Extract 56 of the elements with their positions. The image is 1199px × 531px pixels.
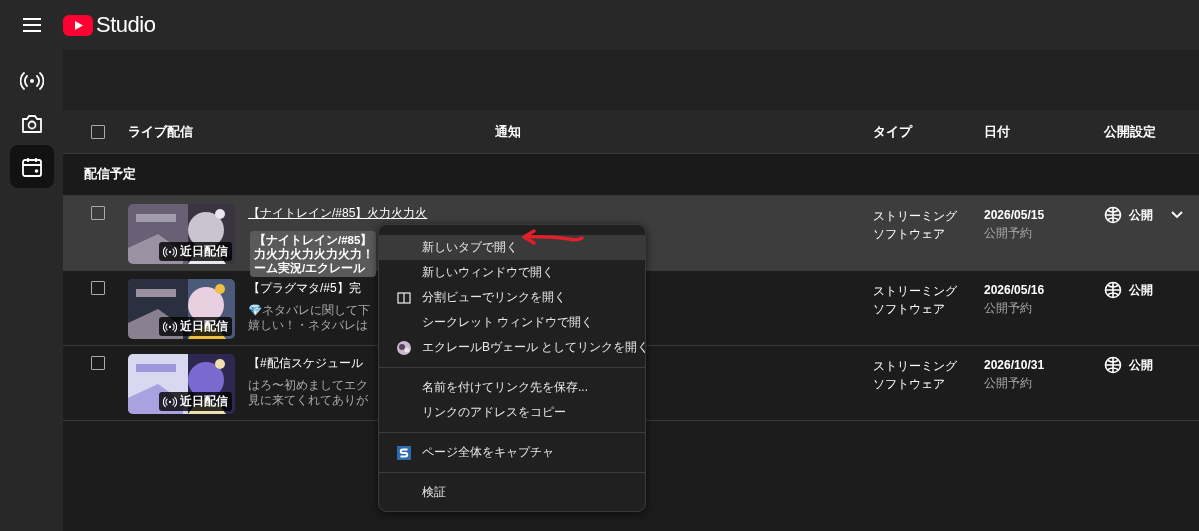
- select-all-checkbox[interactable]: [91, 124, 105, 139]
- menu-item[interactable]: 分割ビューでリンクを開く: [379, 285, 645, 310]
- video-description: はろ〜初めましてエク: [248, 378, 368, 393]
- app-title: Studio: [96, 12, 156, 38]
- broadcast-icon: [163, 394, 177, 409]
- section-heading: 配信予定: [84, 166, 136, 183]
- scheduled-date: 2026/05/15: [984, 207, 1046, 222]
- column-header: 日付: [984, 123, 1010, 139]
- visibility-label: 公開: [1129, 356, 1153, 374]
- menu-item[interactable]: 名前を付けてリンク先を保存...: [379, 375, 645, 400]
- row-checkbox[interactable]: [91, 356, 105, 370]
- split-view-icon: [397, 290, 411, 305]
- menu-item[interactable]: エクレールBヴェール としてリンクを開く: [379, 335, 645, 360]
- visibility-label: 公開: [1129, 281, 1153, 299]
- column-header: 公開設定: [1104, 123, 1156, 139]
- upcoming-badge: 近日配信: [159, 242, 232, 261]
- menu-item[interactable]: 新しいウィンドウで開く: [379, 260, 645, 285]
- stream-type: ストリーミング ソフトウェア: [873, 208, 958, 243]
- video-description: 嬉しい！・ネタバレは: [248, 318, 368, 333]
- video-description: 💎ネタバレに関して下: [248, 303, 370, 318]
- profile-avatar-icon: [397, 340, 411, 355]
- scheduled-date: 2026/05/16: [984, 282, 1046, 297]
- column-header: 通知: [495, 123, 521, 139]
- scheduled-date: 2026/10/31: [984, 357, 1046, 372]
- upcoming-badge: 近日配信: [159, 392, 232, 411]
- broadcast-icon: [163, 319, 177, 334]
- menu-item[interactable]: シークレット ウィンドウで開く: [379, 310, 645, 335]
- logo-icon[interactable]: [63, 14, 93, 36]
- menu-item[interactable]: リンクのアドレスをコピー: [379, 400, 645, 425]
- column-header: ライブ配信: [128, 123, 193, 139]
- video-title-link[interactable]: 【プラグマタ/#5】完: [248, 277, 361, 297]
- schedule-status: 公開予約: [984, 301, 1033, 316]
- stream-type: ストリーミング ソフトウェア: [873, 358, 958, 393]
- upcoming-badge: 近日配信: [159, 317, 232, 336]
- globe-icon: [1104, 206, 1122, 224]
- stream-type: ストリーミング ソフトウェア: [873, 283, 958, 318]
- video-title-link[interactable]: 【#配信スケジュール: [248, 352, 363, 372]
- schedule-status: 公開予約: [984, 226, 1033, 241]
- sidebar-item[interactable]: [9, 145, 54, 188]
- globe-icon: [1104, 356, 1122, 374]
- row-checkbox[interactable]: [91, 206, 105, 220]
- menu-item[interactable]: ページ全体をキャプチャ: [379, 440, 645, 465]
- visibility-label: 公開: [1129, 206, 1153, 224]
- schedule-status: 公開予約: [984, 376, 1033, 391]
- broadcast-icon: [163, 244, 177, 259]
- title-tooltip: 【ナイトレイン/#85】 力火力火力火力火力！ ーム実況/エクレール: [250, 231, 376, 277]
- column-header: タイプ: [873, 123, 912, 139]
- arrow-annotation: [519, 228, 585, 246]
- video-title-link[interactable]: 【ナイトレイン/#85】火力火力火: [248, 202, 428, 222]
- menu-item[interactable]: 検証: [379, 480, 645, 505]
- menu-icon[interactable]: [22, 17, 42, 33]
- capture-logo-icon: [397, 445, 411, 460]
- globe-icon: [1104, 281, 1122, 299]
- video-description: 見に来てくれてありが: [248, 393, 368, 408]
- row-checkbox[interactable]: [91, 281, 105, 295]
- menu-item[interactable]: 新しいタブで開く: [379, 235, 645, 260]
